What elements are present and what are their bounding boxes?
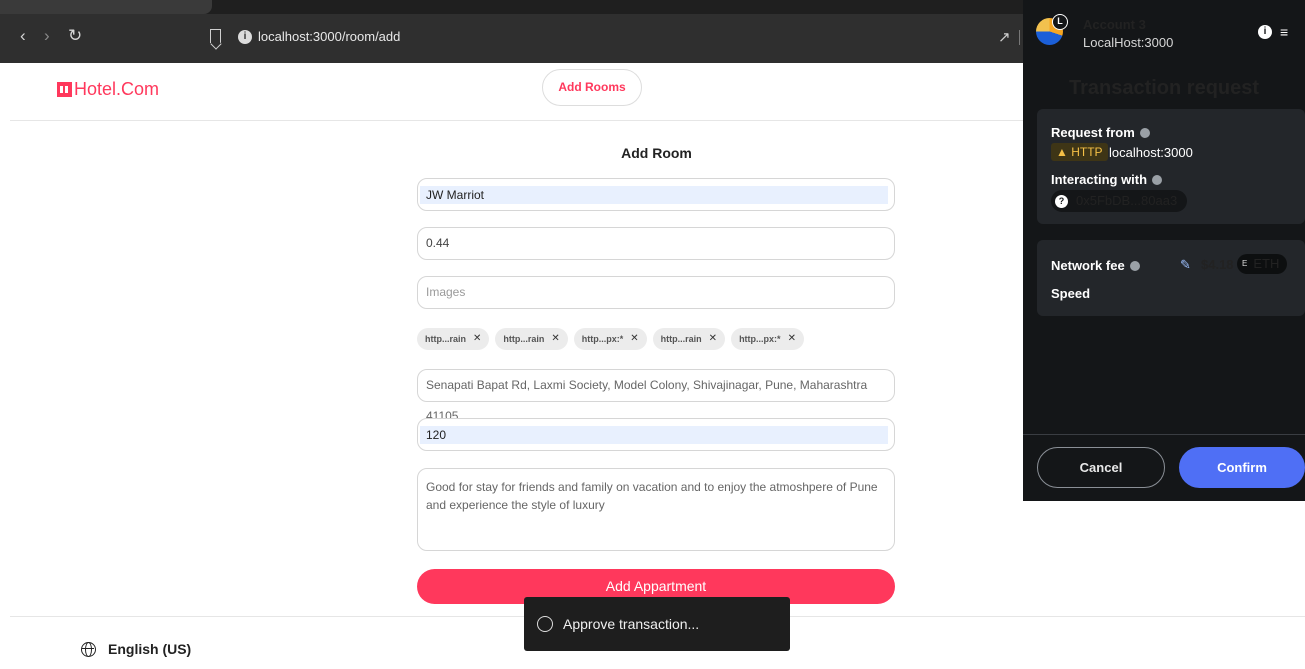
add-rooms-button[interactable]: Add Rooms [542,69,642,106]
currency-pill[interactable]: E ETH [1237,254,1288,274]
toast-message: Approve transaction... [563,616,700,632]
close-icon[interactable]: ✕ [630,328,638,350]
room-name-input[interactable]: JW Marriot [417,178,895,211]
approve-toast: Approve transaction... [524,597,790,651]
browser-tab[interactable] [0,0,212,14]
request-from-label: Request from [1051,125,1150,140]
browser-chrome [0,0,1030,63]
chevron-left-icon[interactable]: ‹ [20,26,26,46]
chip-label: http...rain [425,334,466,344]
image-chip: http...px:* ✕ [573,328,647,350]
chip-label: http...rain [660,334,702,344]
spinner-icon [537,616,553,632]
question-icon: ? [1055,194,1068,208]
chevron-right-icon[interactable]: › [44,26,50,46]
price-input[interactable]: 0.44 [417,227,895,260]
image-chip: http...px:* ✕ [731,328,804,350]
fee-card [1037,240,1305,316]
chip-label: http...px:* [581,334,624,344]
account-host: LocalHost:3000 [1083,35,1174,50]
image-chip: http...rain ✕ [417,328,490,350]
cancel-button[interactable]: Cancel [1037,447,1165,488]
beds-input[interactable]: 120 [417,418,895,451]
currency-label: ETH [1253,256,1280,271]
request-host: localhost:3000 [1109,145,1193,160]
speed-label: Speed [1051,286,1091,301]
address-input[interactable]: Senapati Bapat Rd, Laxmi Society, Model … [417,369,895,423]
close-icon[interactable]: ✕ [709,328,717,350]
http-warning-badge: ▲ HTTP [1051,143,1108,161]
info-icon[interactable]: i [238,30,252,44]
question-icon[interactable] [1139,127,1150,138]
globe-icon [81,641,96,657]
interacting-with-label: Interacting with [1051,172,1163,187]
close-icon[interactable]: ✕ [551,328,559,350]
edit-icon[interactable]: ✎ [1180,257,1191,273]
ethereum-icon: E [1242,259,1248,268]
confirm-button[interactable]: Confirm [1179,447,1305,488]
bookmark-icon[interactable] [210,29,221,43]
browser-toolbar [0,14,1030,63]
chip-label: http...px:* [739,334,781,344]
fee-amount: $4.18 [1201,257,1234,272]
settings-sliders-icon[interactable]: ≡ [1280,24,1288,40]
form-title: Add Room [621,145,692,161]
site-logo[interactable]: Hotel.Com [57,79,159,100]
chip-label: http...rain [503,334,545,344]
header-divider [10,120,1030,121]
images-input[interactable]: Images [417,276,895,309]
share-icon[interactable]: ↗ [998,28,1011,46]
reload-icon[interactable]: ↻ [68,26,82,46]
hotel-icon [57,82,72,97]
logo-text: Hotel.Com [74,79,160,99]
account-name[interactable]: Account 3 [1083,17,1146,32]
beds-value: 120 [420,426,888,444]
question-icon[interactable] [1129,260,1140,271]
tab-strip [0,0,1030,14]
image-chip: http...rain ✕ [495,328,568,350]
info-icon[interactable]: i [1258,25,1272,39]
image-chip: http...rain ✕ [652,328,726,350]
address-bar[interactable]: localhost:3000/room/add [258,29,400,44]
account-badge: L [1052,14,1068,30]
language-label: English (US) [108,641,192,657]
transaction-title: Transaction request [1068,77,1260,99]
close-icon[interactable]: ✕ [473,328,481,350]
image-chip-list: http...rain ✕ http...rain ✕ http...px:* ✕ h… [417,328,804,350]
toolbar-divider [1019,30,1020,45]
network-fee-label: Network fee [1051,258,1140,273]
contract-address-pill[interactable]: ? 0x5FbDB...80aa3 [1051,190,1188,212]
room-name-value: JW Marriot [420,186,888,204]
close-icon[interactable]: ✕ [788,328,796,350]
question-icon[interactable] [1152,174,1163,185]
contract-address: 0x5FbDB...80aa3 [1076,193,1178,208]
language-selector[interactable]: English (US) [81,641,191,657]
wallet-divider [1023,434,1305,435]
description-textarea[interactable]: Good for stay for friends and family on … [417,468,895,551]
